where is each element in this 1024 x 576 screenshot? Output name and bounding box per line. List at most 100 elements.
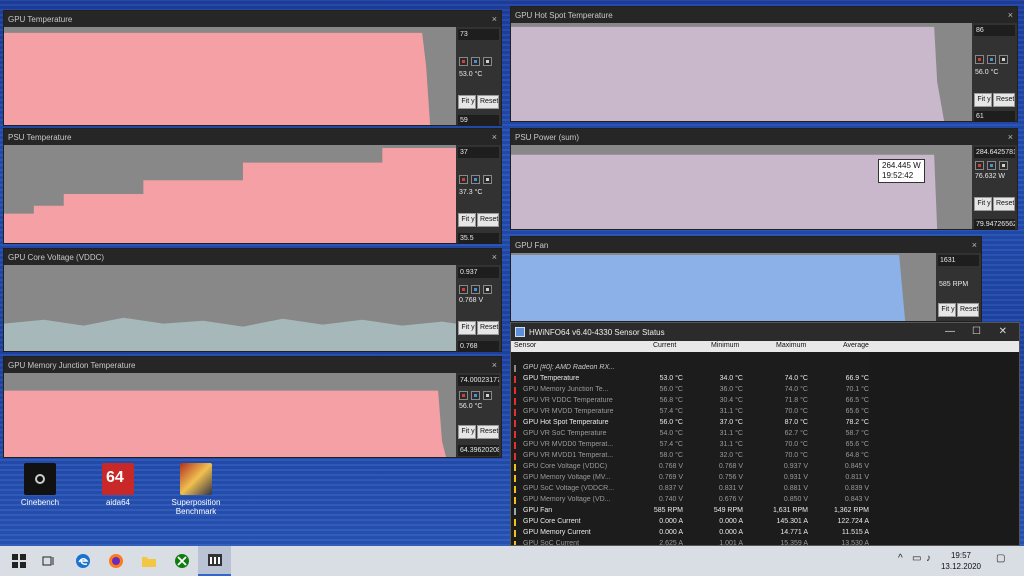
graph-plot-svg (511, 145, 972, 229)
close-icon[interactable]: × (492, 132, 497, 142)
color-red-square[interactable] (459, 175, 468, 184)
column-sensor[interactable]: Sensor (514, 342, 536, 349)
sensor-row[interactable]: GPU Memory Current 0.000 A 0.000 A 14.771 A… (511, 528, 871, 539)
color-red-square[interactable] (975, 55, 984, 64)
fit-y-button[interactable]: Fit y (458, 95, 476, 109)
color-blue-square[interactable] (987, 55, 996, 64)
taskbar-edge[interactable] (66, 546, 99, 576)
reset-button[interactable]: Reset (477, 321, 499, 335)
color-red-square[interactable] (459, 57, 468, 66)
taskbar-hwinfo[interactable] (198, 546, 231, 576)
graph-window-gpu-hot-spot[interactable]: GPU Hot Spot Temperature × 86 56.0 °C Fit… (510, 6, 1018, 122)
notifications-icon[interactable]: ▢ (996, 553, 1005, 564)
graph-window-gpu-memory-junction[interactable]: GPU Memory Junction Temperature × 74.0002… (3, 356, 502, 458)
fit-y-button[interactable]: Fit y (458, 213, 476, 227)
column-current[interactable]: Current (653, 342, 676, 349)
sensor-row[interactable]: GPU Memory Voltage (MV... 0.769 V 0.756 V 0… (511, 473, 871, 484)
reset-button[interactable]: Reset (993, 93, 1015, 107)
close-icon[interactable]: × (1008, 132, 1013, 142)
gpu-chip-icon (514, 365, 516, 372)
fit-y-button[interactable]: Fit y (974, 197, 992, 211)
color-blue-square[interactable] (471, 391, 480, 400)
reset-button[interactable]: Reset (477, 95, 499, 109)
hwinfo-app-icon (515, 327, 525, 337)
color-grey-square[interactable] (483, 57, 492, 66)
chevron-up-icon[interactable]: ^ (898, 553, 903, 564)
color-red-square[interactable] (459, 285, 468, 294)
sensor-row[interactable]: GPU VR VDDC Temperature 56.8 °C 30.4 °C 71.… (511, 396, 871, 407)
graph-title: GPU Core Voltage (VDDC) × (4, 249, 501, 265)
sensor-row[interactable]: GPU Hot Spot Temperature 56.0 °C 37.0 °C 87… (511, 418, 871, 429)
minimize-icon[interactable]: — (945, 326, 955, 337)
color-blue-square[interactable] (471, 175, 480, 184)
graph-window-psu-power[interactable]: PSU Power (sum) × 264.445 W 19:52:42 284.6… (510, 128, 1018, 230)
column-minimum[interactable]: Minimum (711, 342, 739, 349)
color-red-square[interactable] (975, 161, 984, 170)
column-maximum[interactable]: Maximum (776, 342, 806, 349)
color-grey-square[interactable] (483, 175, 492, 184)
graph-window-gpu-core-voltage[interactable]: GPU Core Voltage (VDDC) × 0.937 0.768 V F… (3, 248, 502, 352)
thermometer-icon (514, 453, 516, 460)
desktop-icon-superposition[interactable]: Superposition Benchmark (168, 463, 224, 516)
sensor-row[interactable]: GPU VR MVDD Temperature 57.4 °C 31.1 °C 70.… (511, 407, 871, 418)
graph-window-gpu-temperature[interactable]: GPU Temperature × 73 53.0 °C Fit y Reset … (3, 10, 502, 126)
fit-y-button[interactable]: Fit y (974, 93, 992, 107)
color-blue-square[interactable] (987, 161, 996, 170)
hwinfo-sensor-window[interactable]: HWiNFO64 v6.40-4330 Sensor Status — ☐ ✕ … (510, 322, 1020, 546)
task-view-button[interactable] (32, 546, 65, 576)
fit-y-button[interactable]: Fit y (458, 321, 476, 335)
column-average[interactable]: Average (843, 342, 869, 349)
color-grey-square[interactable] (483, 285, 492, 294)
color-red-square[interactable] (459, 391, 468, 400)
sensor-row[interactable]: GPU VR MVDD0 Temperat... 57.4 °C 31.1 °C 70… (511, 440, 871, 451)
sensor-row[interactable]: GPU Core Voltage (VDDC) 0.768 V 0.768 V 0.9… (511, 462, 871, 473)
sensor-row[interactable]: GPU VR SoC Temperature 54.0 °C 31.1 °C 62.7… (511, 429, 871, 440)
close-icon[interactable]: × (492, 252, 497, 262)
desktop-icon-cinebench[interactable]: Cinebench (12, 463, 68, 507)
graph-side-panel: 1631 585 RPM Fit y Reset (936, 253, 981, 321)
taskbar-firefox[interactable] (99, 546, 132, 576)
sensor-name: GPU Temperature (523, 375, 580, 382)
close-icon[interactable]: × (492, 360, 497, 370)
color-grey-square[interactable] (999, 55, 1008, 64)
graph-title-text: GPU Fan (515, 241, 549, 250)
close-icon[interactable]: × (972, 240, 977, 250)
sensor-avg: 0.839 V (844, 485, 869, 492)
sensor-group-row[interactable]: GPU [#0]: AMD Radeon RX... (511, 363, 871, 374)
sensor-row[interactable]: GPU SoC Current 2.625 A 1.001 A 15.359 A 13.… (511, 539, 871, 545)
sensor-row[interactable]: GPU Memory Junction Te... 56.0 °C 36.0 °C 7… (511, 385, 871, 396)
taskbar-xbox[interactable] (165, 546, 198, 576)
close-icon[interactable]: × (492, 14, 497, 24)
color-blue-square[interactable] (471, 57, 480, 66)
sensor-name: GPU VR MVDD Temperature (523, 408, 614, 415)
graph-window-psu-temperature[interactable]: PSU Temperature × 37 37.3 °C Fit y Reset … (3, 128, 502, 244)
color-grey-square[interactable] (483, 391, 492, 400)
sensor-row[interactable]: GPU Memory Voltage (VD... 0.740 V 0.676 V 0… (511, 495, 871, 506)
color-grey-square[interactable] (999, 161, 1008, 170)
sensor-row[interactable]: GPU Core Current 0.000 A 0.000 A 145.301 A 1… (511, 517, 871, 528)
reset-button[interactable]: Reset (477, 425, 499, 439)
fit-y-button[interactable]: Fit y (938, 303, 956, 317)
graph-window-gpu-fan[interactable]: GPU Fan × 1631 585 RPM Fit y Reset (510, 236, 982, 322)
sensor-row[interactable]: GPU Temperature 53.0 °C 34.0 °C 74.0 °C 66.9… (511, 374, 871, 385)
close-icon[interactable]: × (1008, 10, 1013, 20)
reset-button[interactable]: Reset (477, 213, 499, 227)
sensor-row[interactable]: GPU SoC Voltage (VDDCR... 0.837 V 0.831 V 0… (511, 484, 871, 495)
taskbar-file-explorer[interactable] (132, 546, 165, 576)
reset-button[interactable]: Reset (993, 197, 1015, 211)
graph-title: PSU Temperature × (4, 129, 501, 145)
sensor-min: 0.831 V (718, 485, 743, 492)
network-icon[interactable]: ▭ (912, 553, 921, 564)
fit-y-button[interactable]: Fit y (458, 425, 476, 439)
sensor-row[interactable]: GPU Fan 585 RPM 549 RPM 1,631 RPM 1,362 RPM (511, 506, 871, 517)
color-blue-square[interactable] (471, 285, 480, 294)
reset-button[interactable]: Reset (957, 303, 979, 317)
close-icon[interactable]: ✕ (999, 326, 1007, 337)
taskbar-clock[interactable]: 19:57 13.12.2020 (938, 550, 984, 572)
start-button[interactable] (2, 546, 35, 576)
desktop-icon-aida64[interactable]: 64 aida64 (90, 463, 146, 507)
maximize-icon[interactable]: ☐ (972, 326, 981, 337)
volume-icon[interactable]: ♪ (926, 553, 931, 564)
sensor-row[interactable]: GPU VR MVDD1 Temperat... 58.0 °C 32.0 °C 70… (511, 451, 871, 462)
sensor-max: 70.0 °C (784, 452, 808, 459)
